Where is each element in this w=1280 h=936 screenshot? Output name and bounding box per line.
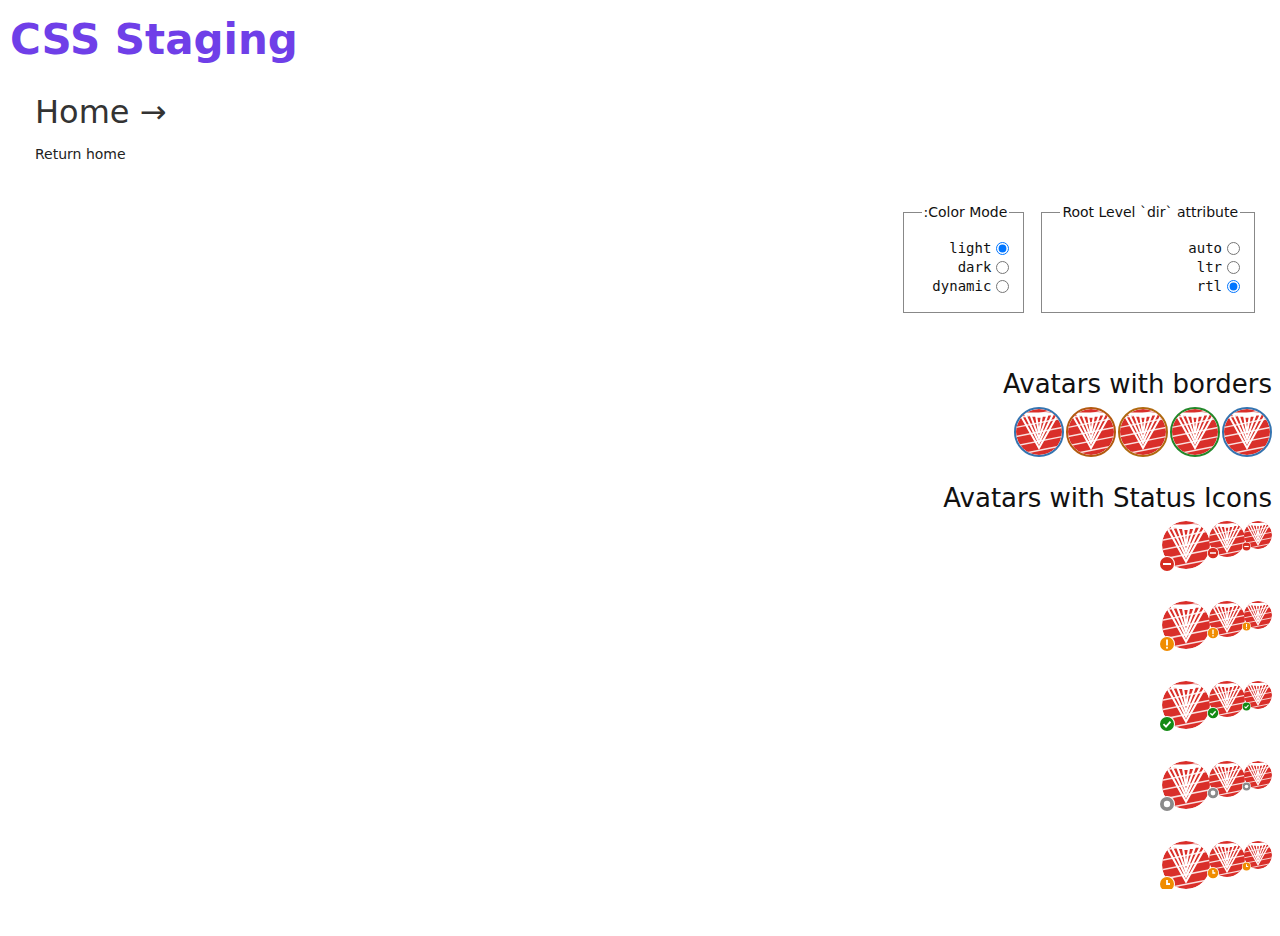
radio-option[interactable]: rtl: [1180, 278, 1240, 294]
status-avatar-row: [1162, 521, 1272, 569]
avatar-pattern-icon: [1016, 409, 1062, 455]
radio-option[interactable]: dark: [949, 259, 1009, 275]
idle-status-icon: [1242, 862, 1251, 871]
radio-button[interactable]: [996, 261, 1009, 274]
radio-option[interactable]: dynamic: [932, 278, 1009, 294]
site-title: CSS Staging: [8, 8, 1272, 72]
controls: :Color Mode light dark dynamic Root Level `d…: [8, 204, 1272, 313]
idle-status-icon: [1207, 867, 1219, 879]
avatar-pattern-icon: [1224, 409, 1270, 455]
offline-status-icon: [1242, 782, 1251, 791]
avatar: [1209, 521, 1245, 557]
avatar-pattern-icon: [1120, 409, 1166, 455]
avatar: [1244, 841, 1272, 869]
avatar: [1162, 601, 1210, 649]
control-fieldset: Root Level `dir` attribute auto ltr rtl: [1041, 204, 1255, 313]
offline-status-icon: [1207, 787, 1219, 799]
fieldset-legend: :Color Mode: [922, 204, 1010, 220]
avatar: [1222, 407, 1272, 457]
radio-button[interactable]: [996, 242, 1009, 255]
offline-status-icon: [1159, 796, 1175, 812]
section-heading: Avatars with Status Icons: [943, 481, 1272, 515]
avatar: [1014, 407, 1064, 457]
radio-option[interactable]: auto: [1180, 240, 1240, 256]
radio-option[interactable]: ltr: [1180, 259, 1240, 275]
avatar: [1209, 681, 1245, 717]
avatar-pattern-icon: [1068, 409, 1114, 455]
status-avatar-row: [1162, 761, 1272, 809]
busy-status-icon: [1242, 542, 1251, 551]
status-avatar-row: [1162, 681, 1272, 729]
radio-button[interactable]: [1227, 242, 1240, 255]
fieldset-legend: Root Level `dir` attribute: [1060, 204, 1240, 220]
return-home-link[interactable]: Return home: [35, 146, 1272, 162]
avatar: [1244, 521, 1272, 549]
avatar: [1244, 761, 1272, 789]
section-heading: Avatars with borders: [1003, 367, 1272, 401]
avatar: [1066, 407, 1116, 457]
avatar: [1118, 407, 1168, 457]
radio-button[interactable]: [1227, 261, 1240, 274]
away-status-icon: [1242, 622, 1251, 631]
avatar: [1244, 601, 1272, 629]
control-fieldset: :Color Mode light dark dynamic: [903, 204, 1025, 313]
status-avatar-row: [1162, 601, 1272, 649]
online-status-icon: [1159, 716, 1175, 732]
status-avatars-section: Avatars with Status Icons: [8, 481, 1272, 889]
bordered-avatars-section: Avatars with borders: [8, 367, 1272, 457]
radio-button[interactable]: [996, 280, 1009, 293]
page: CSS Staging Home → Return home :Color Mode l…: [8, 8, 1272, 889]
radio-button[interactable]: [1227, 280, 1240, 293]
avatar: [1162, 841, 1210, 889]
status-list: [1162, 521, 1272, 889]
avatar: [1244, 681, 1272, 709]
avatar: [1209, 601, 1245, 637]
busy-status-icon: [1207, 547, 1219, 559]
radio-option[interactable]: light: [949, 240, 1009, 256]
online-status-icon: [1207, 707, 1219, 719]
avatar: [1162, 681, 1210, 729]
idle-status-icon: [1159, 876, 1175, 889]
avatar-pattern-icon: [1172, 409, 1218, 455]
avatar-row: [1014, 407, 1272, 457]
avatar: [1209, 841, 1245, 877]
avatar: [1162, 521, 1210, 569]
avatar: [1209, 761, 1245, 797]
away-status-icon: [1207, 627, 1219, 639]
online-status-icon: [1242, 702, 1251, 711]
avatar: [1170, 407, 1220, 457]
busy-status-icon: [1159, 556, 1175, 572]
avatar: [1162, 761, 1210, 809]
status-avatar-row: [1162, 841, 1272, 889]
away-status-icon: [1159, 636, 1175, 652]
home-heading[interactable]: Home →: [35, 92, 1272, 132]
